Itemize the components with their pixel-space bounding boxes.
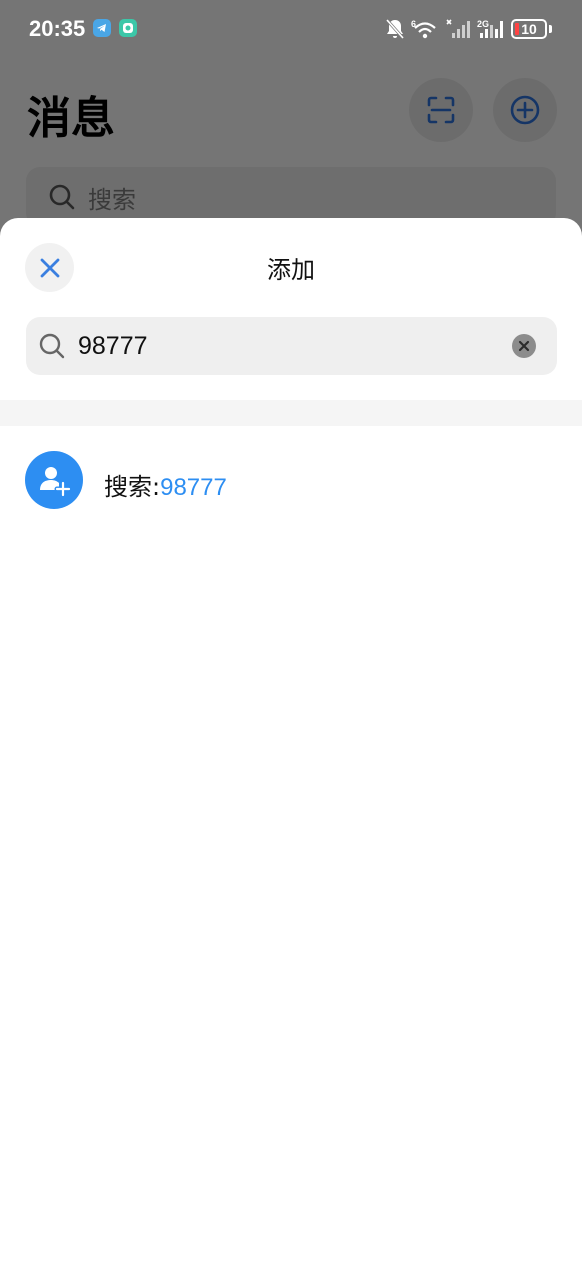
signal-sim1-icon [446, 19, 470, 38]
status-time: 20:35 [29, 16, 86, 41]
battery-level: 10 [521, 21, 537, 37]
add-user-icon [40, 467, 71, 497]
search-result-keyword: 98777 [160, 474, 227, 501]
signal-2g-label: 2G [477, 19, 489, 29]
add-sheet: 添加 98777 搜索:98777 [0, 218, 582, 1280]
wifi-icon: 6 [411, 19, 436, 39]
add-user-avatar [25, 451, 83, 509]
search-result-text: 搜索:98777 [104, 467, 227, 502]
clear-icon [518, 340, 530, 352]
battery-indicator: 10 [511, 19, 547, 39]
battery-fill [515, 23, 519, 35]
status-icons: 6 2G 10 [385, 16, 552, 42]
app-notification-icon [119, 19, 137, 37]
search-result-prefix: 搜索: [104, 473, 161, 501]
telegram-icon [93, 19, 111, 37]
search-input-value: 98777 [78, 331, 148, 360]
search-icon [39, 333, 65, 359]
section-divider [0, 400, 582, 426]
clear-button[interactable] [512, 334, 536, 358]
search-input[interactable]: 98777 [26, 317, 557, 375]
signal-sim2-icon: 2G [477, 19, 503, 38]
bell-muted-icon [385, 19, 405, 39]
search-result-item[interactable]: 搜索:98777 [0, 448, 582, 512]
status-bar: 20:35 6 2G 10 [0, 0, 582, 58]
sheet-title: 添加 [267, 256, 315, 284]
battery-tip [549, 25, 552, 33]
